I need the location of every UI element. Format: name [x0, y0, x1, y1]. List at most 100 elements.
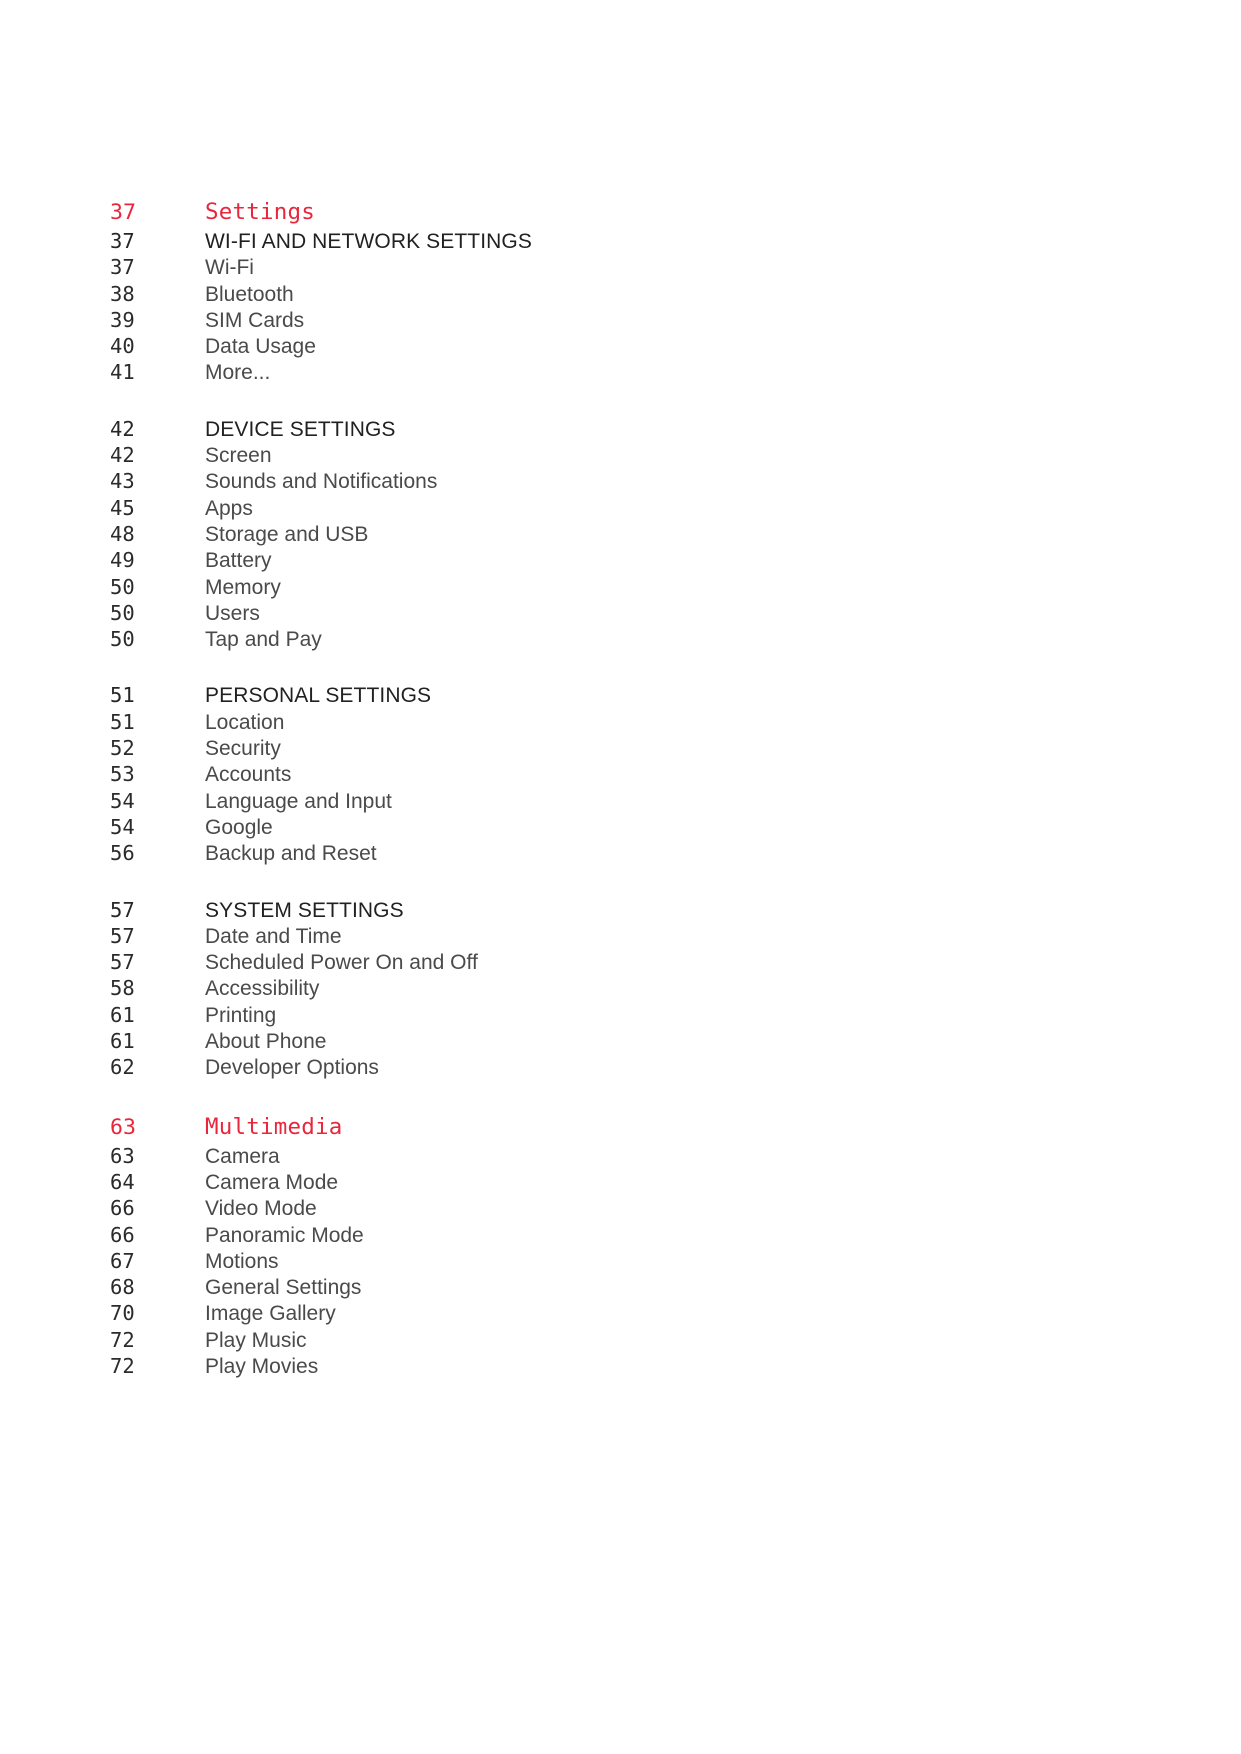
- toc-item-row[interactable]: 50 Tap and Pay: [110, 626, 910, 652]
- toc-page-number: 52: [110, 736, 135, 761]
- toc-chapter-row[interactable]: 63 Multimedia: [110, 1111, 910, 1143]
- toc-item-row[interactable]: 38 Bluetooth: [110, 281, 910, 307]
- toc-page-number: 39: [110, 307, 135, 332]
- toc-entry-list: 37 Settings 37 WI-FI AND NETWORK SETTINGS 37…: [110, 196, 910, 1379]
- toc-entry-label: Accessibility: [205, 977, 320, 1001]
- toc-entry-label: Wi-Fi: [205, 256, 254, 280]
- toc-item-row[interactable]: 39 SIM Cards: [110, 307, 910, 333]
- toc-entry-label: Language and Input: [205, 789, 392, 813]
- toc-entry-label: Google: [205, 815, 273, 839]
- toc-item-row[interactable]: 57 Date and Time: [110, 923, 910, 949]
- toc-item-row[interactable]: 72 Play Music: [110, 1327, 910, 1353]
- toc-item-row[interactable]: 67 Motions: [110, 1248, 910, 1274]
- toc-entry-label: Camera Mode: [205, 1170, 339, 1194]
- toc-item-row[interactable]: 50 Users: [110, 600, 910, 626]
- toc-page-number: 56: [110, 841, 135, 866]
- toc-entry-label: Developer Options: [205, 1056, 379, 1080]
- toc-item-row[interactable]: 68 General Settings: [110, 1274, 910, 1300]
- toc-page-number: 42: [110, 443, 135, 468]
- toc-item-row[interactable]: 64 Camera Mode: [110, 1169, 910, 1195]
- toc-item-row[interactable]: 52 Security: [110, 735, 910, 761]
- toc-page-number: 49: [110, 548, 135, 573]
- toc-entry-label: Location: [205, 710, 285, 734]
- toc-entry-label: Storage and USB: [205, 522, 369, 546]
- toc-page-number: 72: [110, 1327, 135, 1352]
- toc-section-row[interactable]: 51 PERSONAL SETTINGS: [110, 682, 910, 708]
- toc-item-row[interactable]: 42 Screen: [110, 442, 910, 468]
- toc-page-number: 62: [110, 1055, 135, 1080]
- toc-item-row[interactable]: 53 Accounts: [110, 761, 910, 787]
- toc-item-row[interactable]: 50 Memory: [110, 574, 910, 600]
- toc-item-row[interactable]: 61 About Phone: [110, 1028, 910, 1054]
- toc-item-row[interactable]: 41 More...: [110, 359, 910, 385]
- toc-entry-label: More...: [205, 361, 271, 385]
- toc-item-row[interactable]: 66 Panoramic Mode: [110, 1222, 910, 1248]
- toc-entry-label: Data Usage: [205, 335, 316, 359]
- toc-entry-label: SIM Cards: [205, 308, 305, 332]
- toc-entry-label: Scheduled Power On and Off: [205, 951, 478, 975]
- toc-page-number: 45: [110, 495, 135, 520]
- toc-page-number: 48: [110, 521, 135, 546]
- toc-page-number: 66: [110, 1196, 135, 1221]
- toc-item-row[interactable]: 45 Apps: [110, 495, 910, 521]
- toc-section-row[interactable]: 37 WI-FI AND NETWORK SETTINGS: [110, 228, 910, 254]
- toc-page-number: 67: [110, 1248, 135, 1273]
- toc-item-row[interactable]: 61 Printing: [110, 1002, 910, 1028]
- toc-item-row[interactable]: 66 Video Mode: [110, 1195, 910, 1221]
- table-of-contents-page: 37 Settings 37 WI-FI AND NETWORK SETTINGS 37…: [0, 0, 1241, 1754]
- toc-page-number: 58: [110, 976, 135, 1001]
- toc-page-number: 54: [110, 788, 135, 813]
- toc-entry-label: Screen: [205, 444, 272, 468]
- toc-item-row[interactable]: 56 Backup and Reset: [110, 840, 910, 866]
- toc-section-row[interactable]: 42 DEVICE SETTINGS: [110, 416, 910, 442]
- toc-entry-label: Battery: [205, 549, 272, 573]
- toc-page-number: 43: [110, 469, 135, 494]
- toc-item-row[interactable]: 43 Sounds and Notifications: [110, 468, 910, 494]
- toc-entry-label: DEVICE SETTINGS: [205, 417, 396, 441]
- toc-entry-label: Accounts: [205, 763, 292, 787]
- toc-page-number: 64: [110, 1169, 135, 1194]
- toc-item-row[interactable]: 49 Battery: [110, 547, 910, 573]
- toc-entry-label: Date and Time: [205, 924, 342, 948]
- toc-page-number: 63: [110, 1143, 135, 1168]
- toc-page-number: 37: [110, 255, 135, 280]
- toc-group-spacer: [110, 867, 910, 897]
- toc-entry-label: SYSTEM SETTINGS: [205, 898, 404, 922]
- toc-item-row[interactable]: 58 Accessibility: [110, 975, 910, 1001]
- toc-group-spacer: [110, 652, 910, 682]
- toc-entry-label: Video Mode: [205, 1197, 317, 1221]
- toc-entry-label: Users: [205, 601, 260, 625]
- toc-page-number: 57: [110, 950, 135, 975]
- toc-page-number: 50: [110, 600, 135, 625]
- toc-item-row[interactable]: 48 Storage and USB: [110, 521, 910, 547]
- toc-entry-label: PERSONAL SETTINGS: [205, 684, 432, 708]
- toc-page-number: 68: [110, 1275, 135, 1300]
- toc-item-row[interactable]: 51 Location: [110, 709, 910, 735]
- toc-entry-label: Bluetooth: [205, 282, 294, 306]
- toc-item-row[interactable]: 54 Google: [110, 814, 910, 840]
- toc-entry-label: Image Gallery: [205, 1302, 336, 1326]
- toc-entry-label: WI-FI AND NETWORK SETTINGS: [205, 230, 532, 253]
- toc-page-number: 57: [110, 923, 135, 948]
- toc-item-row[interactable]: 72 Play Movies: [110, 1353, 910, 1379]
- toc-page-number: 40: [110, 334, 135, 359]
- toc-item-row[interactable]: 62 Developer Options: [110, 1054, 910, 1080]
- toc-item-row[interactable]: 70 Image Gallery: [110, 1300, 910, 1326]
- toc-item-row[interactable]: 63 Camera: [110, 1143, 910, 1169]
- toc-item-row[interactable]: 40 Data Usage: [110, 333, 910, 359]
- toc-item-row[interactable]: 37 Wi-Fi: [110, 254, 910, 280]
- toc-page-number: 61: [110, 1029, 135, 1054]
- toc-page-number: 66: [110, 1222, 135, 1247]
- toc-page-number: 51: [110, 709, 135, 734]
- toc-page-number: 70: [110, 1301, 135, 1326]
- toc-entry-label: Play Movies: [205, 1354, 319, 1378]
- toc-page-number: 57: [110, 897, 135, 922]
- toc-page-number: 37: [110, 200, 136, 225]
- toc-chapter-row[interactable]: 37 Settings: [110, 196, 910, 228]
- toc-section-row[interactable]: 57 SYSTEM SETTINGS: [110, 897, 910, 923]
- toc-entry-label: Motions: [205, 1249, 279, 1273]
- toc-entry-label: General Settings: [205, 1276, 362, 1300]
- toc-item-row[interactable]: 57 Scheduled Power On and Off: [110, 949, 910, 975]
- toc-item-row[interactable]: 54 Language and Input: [110, 788, 910, 814]
- toc-entry-label: Backup and Reset: [205, 842, 377, 866]
